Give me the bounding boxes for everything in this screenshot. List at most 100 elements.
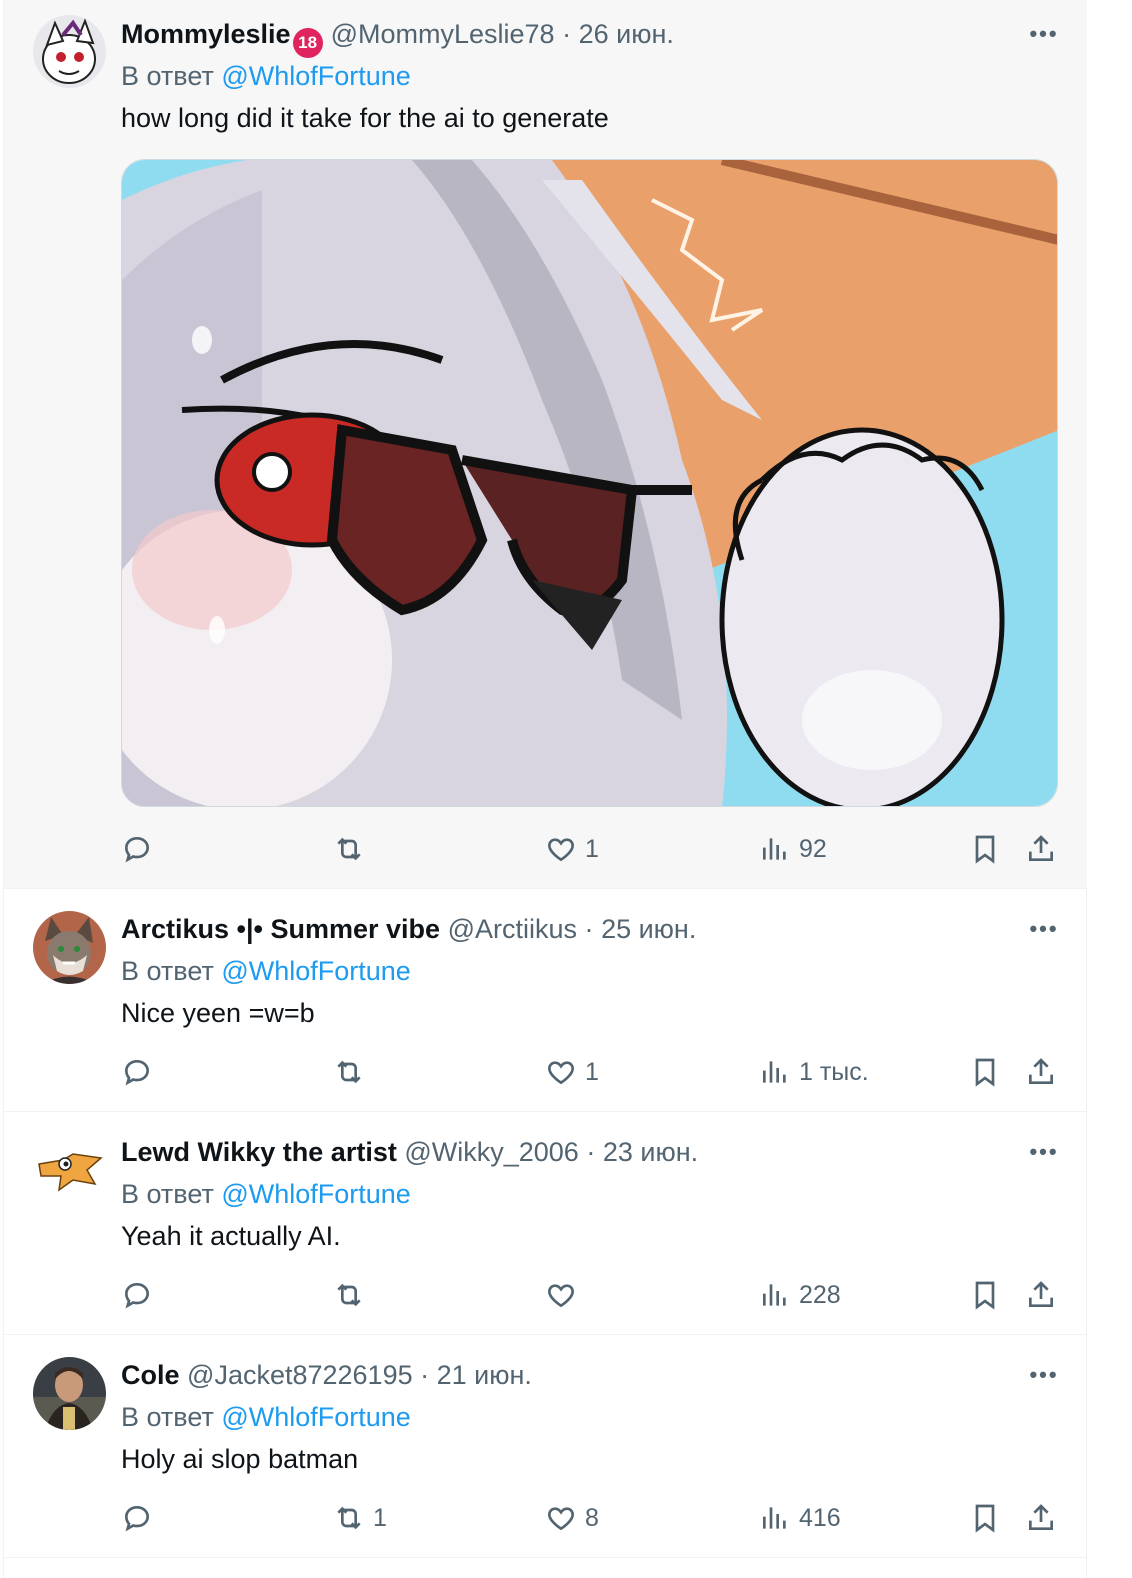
- share-icon: [1029, 835, 1053, 861]
- user-handle[interactable]: @Jacket87226195: [187, 1360, 413, 1390]
- display-name[interactable]: Lewd Wikky the artist: [121, 1137, 397, 1167]
- tweet-header: Arctikus •|• Summer vibe @Arctiikus · 25…: [121, 912, 696, 946]
- bookmark-icon: [975, 1281, 995, 1310]
- bookmark-button[interactable]: [969, 1054, 1001, 1090]
- reply-tweet[interactable]: Cole @Jacket87226195 · 21 июн. ••• В отв…: [4, 1335, 1087, 1558]
- share-icon: [1029, 1281, 1053, 1307]
- more-icon[interactable]: •••: [1026, 1363, 1062, 1387]
- bookmark-button[interactable]: [969, 1500, 1001, 1536]
- reply-tweet[interactable]: Mommyleslie 18 @MommyLeslie78 · 26 июн. ••…: [4, 0, 1087, 889]
- reply-prefix: В ответ: [121, 956, 214, 986]
- separator-dot: ·: [584, 914, 594, 944]
- views-button[interactable]: 1 тыс.: [759, 1054, 869, 1090]
- views-icon: [763, 1061, 786, 1083]
- reply-button[interactable]: [121, 1277, 161, 1313]
- reply-tweet[interactable]: Lewd Wikky the artist @Wikky_2006 · 23 и…: [4, 1112, 1087, 1335]
- share-button[interactable]: [1025, 831, 1057, 867]
- tweet-date[interactable]: 21 июн.: [437, 1360, 532, 1390]
- views-icon: [763, 838, 786, 860]
- display-name[interactable]: Mommyleslie: [121, 19, 291, 49]
- replies-feed: Mommyleslie 18 @MommyLeslie78 · 26 июн. ••…: [3, 0, 1087, 1578]
- views-count: 92: [799, 834, 827, 863]
- tweet-text: Holy ai slop batman: [121, 1444, 359, 1474]
- reply-context: В ответ @WhlofFortune: [121, 1177, 411, 1211]
- reply-button[interactable]: [121, 831, 161, 867]
- tweet-date[interactable]: 23 июн.: [603, 1137, 698, 1167]
- share-button[interactable]: [1025, 1500, 1057, 1536]
- reply-icon: [124, 1505, 150, 1532]
- reply-prefix: В ответ: [121, 61, 214, 91]
- bookmark-icon: [975, 1504, 995, 1533]
- user-handle[interactable]: @Wikky_2006: [404, 1137, 578, 1167]
- separator-dot: ·: [586, 1137, 596, 1167]
- retweet-button[interactable]: [333, 1054, 373, 1090]
- tweet-media-image[interactable]: [121, 159, 1058, 807]
- like-icon: [548, 1284, 574, 1308]
- views-count: 1 тыс.: [799, 1057, 869, 1086]
- bookmark-button[interactable]: [969, 831, 1001, 867]
- like-count: 1: [585, 1057, 599, 1086]
- reply-mention-link[interactable]: @WhlofFortune: [221, 1179, 410, 1209]
- retweet-button[interactable]: [333, 1277, 373, 1313]
- reply-tweet[interactable]: Arctikus •|• Summer vibe @Arctiikus · 25…: [4, 889, 1087, 1112]
- bookmark-button[interactable]: [969, 1277, 1001, 1313]
- reply-button[interactable]: [121, 1054, 161, 1090]
- retweet-icon: [337, 1060, 361, 1084]
- avatar[interactable]: [33, 911, 106, 984]
- views-count: 416: [799, 1503, 841, 1532]
- avatar[interactable]: [33, 1134, 106, 1207]
- share-icon: [1029, 1058, 1053, 1084]
- more-icon[interactable]: •••: [1026, 917, 1062, 941]
- retweet-icon: [337, 1283, 361, 1307]
- more-icon[interactable]: •••: [1026, 1140, 1062, 1164]
- tweet-header: Cole @Jacket87226195 · 21 июн.: [121, 1358, 532, 1392]
- reply-icon: [124, 1282, 150, 1309]
- avatar[interactable]: [33, 15, 106, 88]
- reply-mention-link[interactable]: @WhlofFortune: [221, 956, 410, 986]
- reply-prefix: В ответ: [121, 1402, 214, 1432]
- like-button[interactable]: 8: [545, 1500, 599, 1536]
- reply-context: В ответ @WhlofFortune: [121, 59, 411, 93]
- reply-thread-page: Mommyleslie 18 @MommyLeslie78 · 26 июн. ••…: [0, 0, 1132, 1578]
- separator-dot: ·: [562, 19, 572, 49]
- reply-prefix: В ответ: [121, 1179, 214, 1209]
- views-button[interactable]: 92: [759, 831, 827, 867]
- display-name[interactable]: Cole: [121, 1360, 180, 1390]
- like-button[interactable]: 1: [545, 831, 599, 867]
- user-handle[interactable]: @MommyLeslie78: [331, 19, 555, 49]
- bookmark-icon: [975, 835, 995, 864]
- views-icon: [763, 1284, 786, 1306]
- reply-button[interactable]: [121, 1500, 161, 1536]
- like-icon: [548, 1061, 574, 1085]
- separator-dot: ·: [420, 1360, 430, 1390]
- age-18-badge: 18: [292, 28, 323, 58]
- share-button[interactable]: [1025, 1054, 1057, 1090]
- views-icon: [763, 1507, 786, 1529]
- reply-context: В ответ @WhlofFortune: [121, 1400, 411, 1434]
- share-button[interactable]: [1025, 1277, 1057, 1313]
- tweet-date[interactable]: 26 июн.: [579, 19, 674, 49]
- like-button[interactable]: 1: [545, 1054, 599, 1090]
- like-icon: [548, 838, 574, 862]
- reply-mention-link[interactable]: @WhlofFortune: [221, 61, 410, 91]
- views-count: 228: [799, 1280, 841, 1309]
- retweet-button[interactable]: [333, 831, 373, 867]
- tweet-text: Nice yeen =w=b: [121, 998, 315, 1028]
- reply-context: В ответ @WhlofFortune: [121, 954, 411, 988]
- tweet-text: how long did it take for the ai to gener…: [121, 103, 609, 133]
- more-icon[interactable]: •••: [1026, 22, 1062, 46]
- reply-mention-link[interactable]: @WhlofFortune: [221, 1402, 410, 1432]
- tweet-header: Lewd Wikky the artist @Wikky_2006 · 23 и…: [121, 1135, 698, 1169]
- user-handle[interactable]: @Arctiikus: [448, 914, 577, 944]
- display-name[interactable]: Arctikus •|• Summer vibe: [121, 914, 440, 944]
- tweet-date[interactable]: 25 июн.: [601, 914, 696, 944]
- avatar[interactable]: [33, 1357, 106, 1430]
- views-button[interactable]: 416: [759, 1500, 841, 1536]
- like-count: 1: [585, 834, 599, 863]
- like-icon: [548, 1507, 574, 1531]
- retweet-icon: [337, 837, 361, 861]
- like-button[interactable]: [545, 1277, 585, 1313]
- views-button[interactable]: 228: [759, 1277, 841, 1313]
- retweet-button[interactable]: 1: [333, 1500, 387, 1536]
- share-icon: [1029, 1504, 1053, 1530]
